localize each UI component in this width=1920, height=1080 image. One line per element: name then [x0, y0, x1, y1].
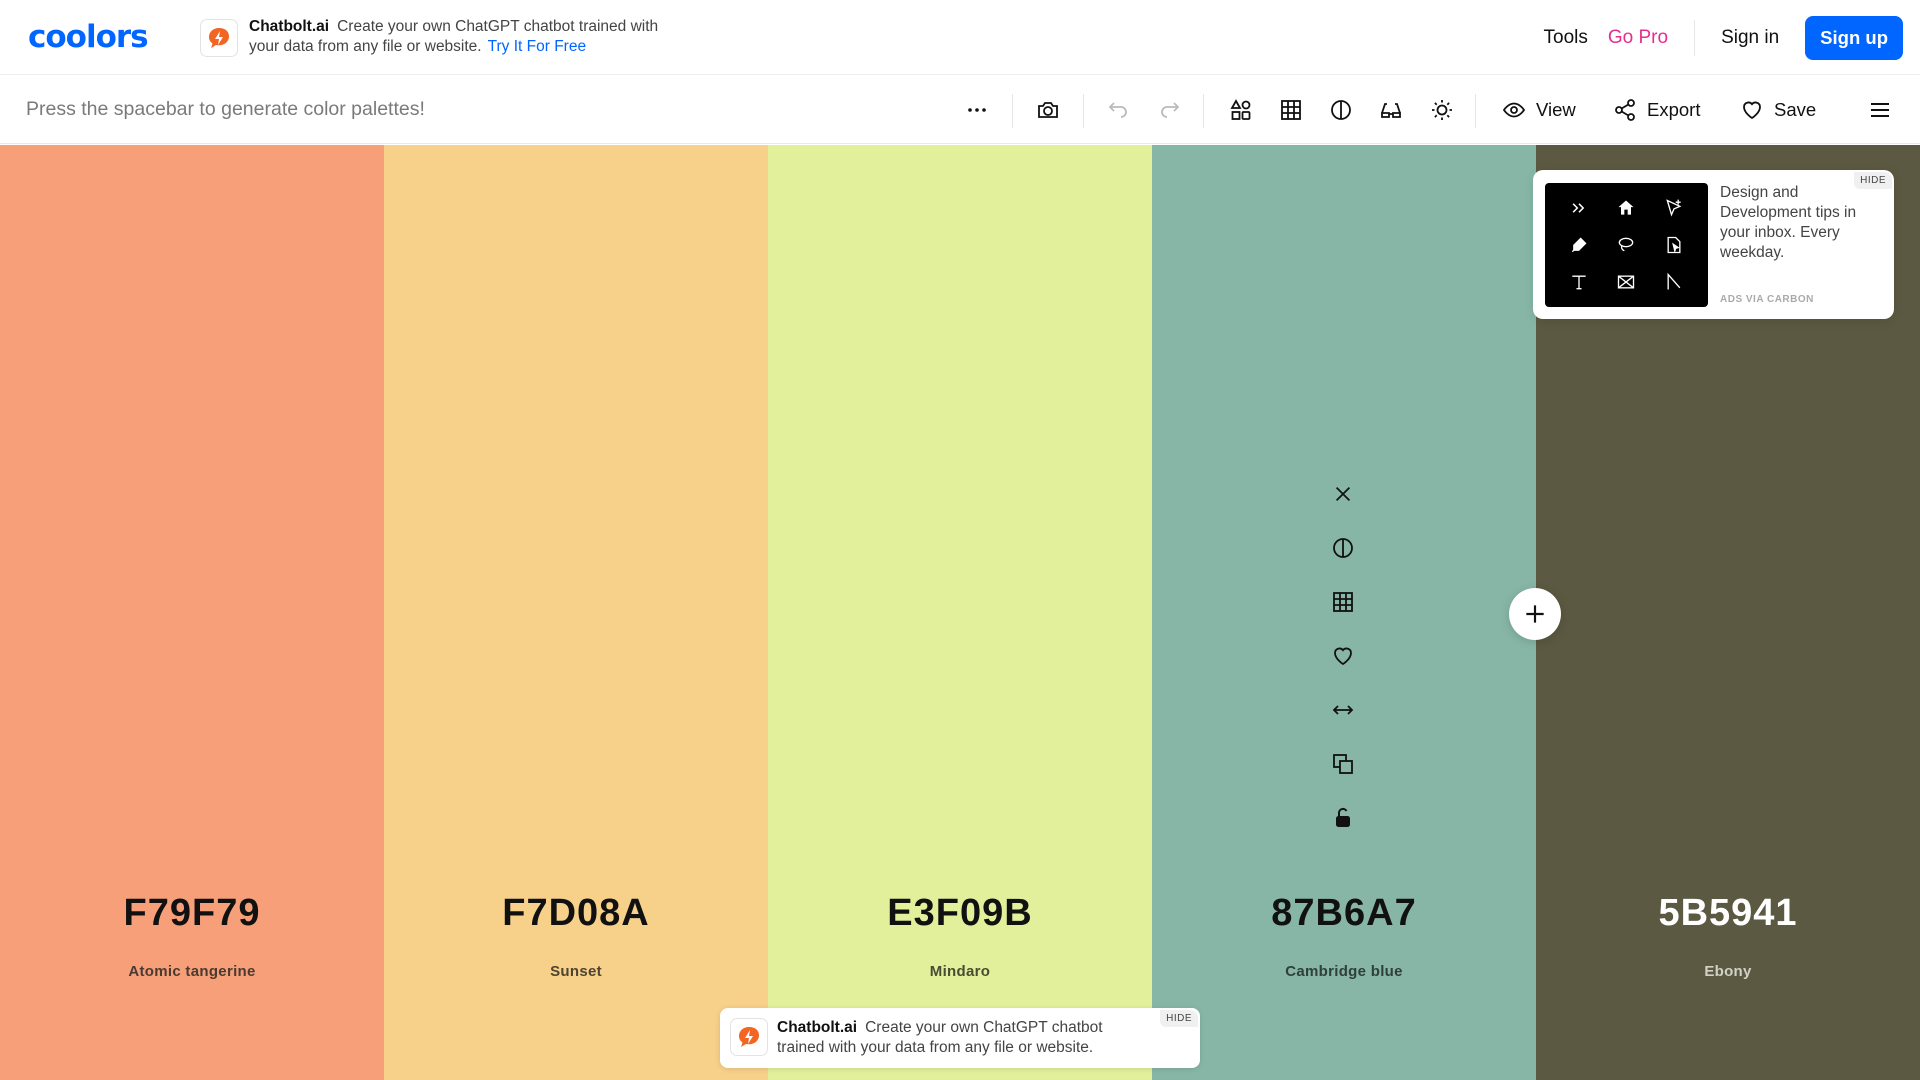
unlocked-icon[interactable] [1328, 803, 1358, 833]
nav-divider [1694, 20, 1696, 56]
share-icon [1615, 99, 1635, 121]
chevrons-right-icon [1555, 189, 1603, 226]
chatbolt-logo-icon [730, 1018, 768, 1056]
add-color-button[interactable] [1509, 588, 1561, 640]
plus-icon [1526, 605, 1544, 623]
copy-icon[interactable] [1328, 749, 1358, 779]
swatch-tools [1328, 479, 1358, 857]
coolors-app: coolors Chatbolt.ai Create your own ChatG… [0, 0, 1920, 1080]
toolbar-divider [1083, 94, 1084, 128]
carbon-ad-image[interactable] [1545, 183, 1708, 307]
pen-tool-icon [1555, 226, 1603, 263]
bottom-ad-brand: Chatbolt.ai [777, 1019, 858, 1036]
swatch-color-name[interactable]: Mindaro [768, 963, 1152, 980]
save-button[interactable]: Save [1740, 94, 1816, 126]
lasso-icon [1603, 226, 1651, 263]
swatch-color-name[interactable]: Ebony [1536, 963, 1920, 980]
angle-tool-icon [1650, 264, 1698, 301]
export-button[interactable]: Export [1613, 94, 1700, 126]
sign-up-button[interactable]: Sign up [1805, 16, 1903, 60]
eye-icon [1502, 102, 1526, 118]
brightness-icon[interactable] [1427, 95, 1457, 125]
top-bar: coolors Chatbolt.ai Create your own ChatG… [0, 0, 1920, 75]
shades-contrast-icon[interactable] [1328, 533, 1358, 563]
bottom-ad-hide-button[interactable]: HIDE [1160, 1010, 1198, 1027]
top-ad-brand: Chatbolt.ai [249, 18, 330, 35]
grid-view-icon[interactable] [1276, 95, 1306, 125]
undo-icon[interactable] [1103, 95, 1133, 125]
sign-in-link[interactable]: Sign in [1721, 27, 1779, 49]
carbon-ad-attribution[interactable]: ADS VIA CARBON [1720, 294, 1814, 305]
top-ad-text: Chatbolt.ai Create your own ChatGPT chatb… [249, 17, 669, 57]
carbon-ad-text[interactable]: Design and Development tips in your inbo… [1720, 183, 1860, 263]
swatch-color-name[interactable]: Atomic tangerine [0, 963, 384, 980]
save-label: Save [1774, 99, 1817, 120]
top-ad-cta[interactable]: Try It For Free [488, 38, 586, 55]
favorite-heart-icon[interactable] [1328, 641, 1358, 671]
swatch-color-name[interactable]: Cambridge blue [1152, 963, 1536, 980]
toolbar-divider [1012, 94, 1013, 128]
spacebar-hint: Press the spacebar to generate color pal… [26, 98, 425, 120]
more-options-icon[interactable] [962, 95, 992, 125]
home-icon [1603, 189, 1651, 226]
contrast-icon[interactable] [1326, 95, 1356, 125]
coolors-logo[interactable]: coolors [28, 18, 168, 56]
export-label: Export [1647, 99, 1701, 120]
heart-icon [1743, 101, 1761, 120]
swatch-hex-code[interactable]: E3F09B [768, 892, 1152, 935]
color-swatch[interactable]: E3F09B Mindaro [768, 145, 1152, 1080]
text-tool-icon [1555, 264, 1603, 301]
carbon-ad-hide-button[interactable]: HIDE [1854, 172, 1892, 189]
palette-toolbar: Press the spacebar to generate color pal… [0, 76, 1920, 144]
view-shades-grid-icon[interactable] [1328, 587, 1358, 617]
swatch-hex-code[interactable]: 5B5941 [1536, 892, 1920, 935]
document-cursor-icon [1650, 226, 1698, 263]
bottom-ad[interactable]: Chatbolt.ai Create your own ChatGPT chatb… [720, 1008, 1200, 1068]
redo-icon[interactable] [1155, 95, 1185, 125]
remove-color-icon[interactable] [1328, 479, 1358, 509]
color-blindness-glasses-icon[interactable] [1376, 95, 1406, 125]
drag-arrows-icon[interactable] [1328, 695, 1358, 725]
camera-icon[interactable] [1033, 95, 1063, 125]
view-button[interactable]: View [1502, 94, 1576, 126]
image-placeholder-icon [1603, 264, 1651, 301]
nav-go-pro[interactable]: Go Pro [1608, 27, 1668, 49]
bottom-ad-text: Chatbolt.ai Create your own ChatGPT chatb… [777, 1018, 1147, 1058]
swatch-color-name[interactable]: Sunset [384, 963, 768, 980]
carbon-ad[interactable]: Design and Development tips in your inbo… [1533, 170, 1894, 319]
toolbar-divider [1475, 94, 1476, 128]
top-ad[interactable]: Chatbolt.ai Create your own ChatGPT chatb… [200, 17, 669, 57]
view-label: View [1536, 99, 1576, 120]
hamburger-menu-icon[interactable] [1865, 95, 1895, 125]
swatch-hex-code[interactable]: F79F79 [0, 892, 384, 935]
color-swatch[interactable]: F7D08A Sunset [384, 145, 768, 1080]
top-nav: Tools Go Pro Sign in Sign up [1516, 16, 1903, 60]
toolbar-divider [1203, 94, 1204, 128]
shapes-icon[interactable] [1226, 95, 1256, 125]
color-swatch[interactable]: F79F79 Atomic tangerine [0, 145, 384, 1080]
swatch-hex-code[interactable]: 87B6A7 [1152, 892, 1536, 935]
swatch-hex-code[interactable]: F7D08A [384, 892, 768, 935]
chatbolt-logo-icon [200, 19, 238, 57]
cursor-plus-icon [1650, 189, 1698, 226]
nav-tools[interactable]: Tools [1544, 27, 1588, 49]
